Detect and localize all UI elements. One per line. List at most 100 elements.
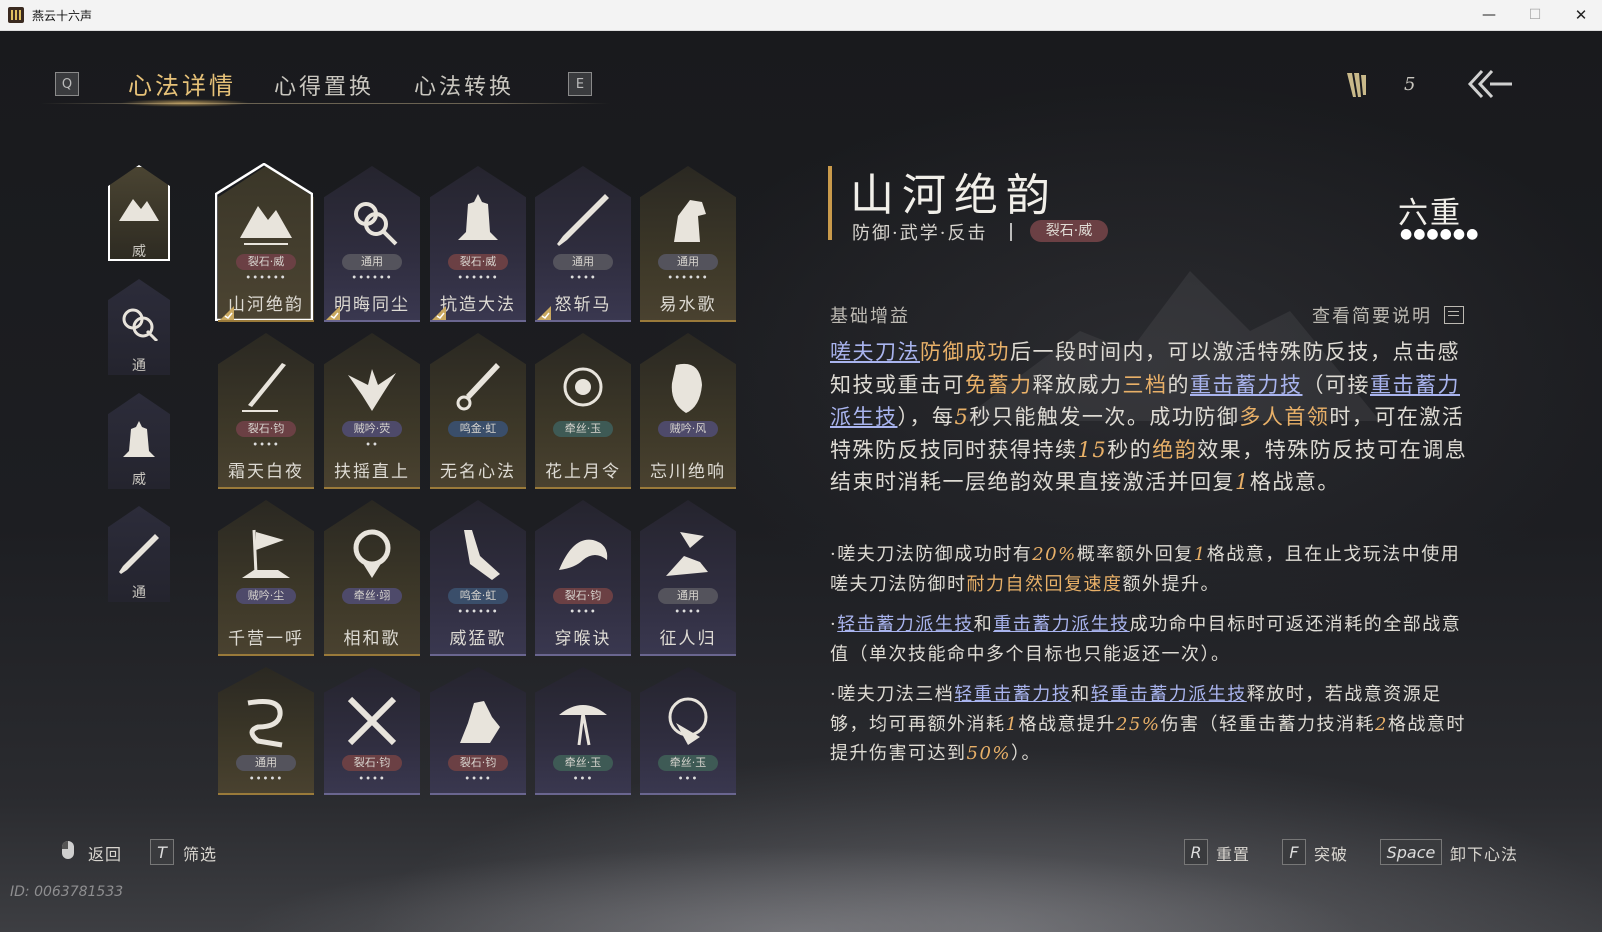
game-viewport: Q 心法详情 心得置换 心法转换 E 5 威 通 威 通 裂石·威 •••••• 山… — [0, 31, 1602, 932]
category-filter-mountain[interactable]: 威 — [108, 165, 170, 261]
minimize-button[interactable]: — — [1466, 0, 1512, 30]
equipped-check-icon — [326, 306, 340, 320]
xinfa-card[interactable]: 裂石·钧 •••• — [430, 667, 526, 795]
equipped-check-icon — [537, 306, 551, 320]
tab-xinfa-detail[interactable]: 心法详情 — [128, 66, 236, 101]
school-badge: 裂石·威 — [448, 254, 508, 270]
window-titlebar: 燕云十六声 — ☐ ✕ — [0, 0, 1602, 31]
card-name: 无名心法 — [440, 462, 516, 482]
title-accent-bar — [828, 166, 832, 240]
help-doc-icon[interactable] — [1444, 306, 1464, 324]
level-dots: •• — [365, 440, 379, 451]
xinfa-card[interactable]: 裂石·钧 •••• 霜天白夜 — [218, 333, 314, 489]
help-link[interactable]: 查看简要说明 — [1312, 302, 1432, 328]
xinfa-card[interactable]: 通用 •••• 怒斩马 — [535, 166, 631, 322]
mask-icon — [671, 363, 702, 413]
knot-icon — [122, 308, 159, 341]
dragon-icon — [247, 699, 283, 748]
category-label: 威 — [132, 244, 146, 260]
knot-icon — [354, 202, 398, 246]
level-dots: ••• — [572, 774, 594, 785]
tab-xinde-swap[interactable]: 心得置换 — [274, 69, 374, 101]
reset-key[interactable]: R — [1184, 839, 1208, 865]
tab-xinfa-convert[interactable]: 心法转换 — [414, 69, 514, 101]
detail-title: 山河绝韵 — [850, 170, 1058, 221]
xinfa-card[interactable]: 裂石·钧 •••• 穿喉诀 — [535, 500, 631, 656]
effect-paragraph-main: 嗟夫刀法防御成功后一段时间内，可以激活特殊防反技，点击感知技或重击可免蓄力释放威… — [830, 340, 1468, 494]
xinfa-card[interactable]: 牵丝·玉 ••• — [640, 667, 736, 795]
tag-separator — [1010, 223, 1012, 241]
filter-key[interactable]: T — [150, 839, 174, 865]
school-badge: 裂石·威 — [236, 254, 296, 270]
school-badge: 牵丝·翊 — [342, 588, 402, 604]
equipped-check-icon — [432, 306, 446, 320]
card-name: 忘川绝响 — [650, 462, 726, 482]
xinfa-card[interactable]: 通用 ••••• — [218, 667, 314, 795]
category-filter-knot[interactable]: 通 — [108, 279, 170, 375]
level-dots: •••• — [358, 774, 386, 785]
bird-hand-icon — [666, 532, 708, 576]
horse-rider-icon — [460, 701, 500, 743]
maximize-button[interactable]: ☐ — [1512, 0, 1558, 30]
prev-tab-key[interactable]: Q — [55, 72, 79, 96]
level-dots: •••••• — [667, 273, 709, 284]
token-icon — [1347, 73, 1366, 97]
xinfa-card[interactable]: 裂石·威 •••••• 抗造大法 — [430, 166, 526, 322]
school-badge: 裂石·钧 — [553, 588, 613, 604]
xinfa-card[interactable]: 鸣金·虹无名心法 — [430, 333, 526, 489]
level-dots: ••••• — [248, 774, 284, 785]
category-label: 威 — [132, 472, 146, 488]
school-badge: 通用 — [236, 755, 296, 771]
card-name: 易水歌 — [659, 295, 717, 315]
xinfa-card[interactable]: 通用 •••••• 易水歌 — [640, 166, 736, 322]
level-dots: •••••• — [457, 607, 499, 618]
breakthrough-button[interactable]: 突破 — [1314, 841, 1348, 865]
next-tab-key[interactable]: E — [568, 72, 592, 96]
xinfa-card[interactable]: 牵丝·玉 花上月令 — [535, 333, 631, 489]
school-badge: 贼吟·荧 — [342, 421, 402, 437]
unequip-button[interactable]: 卸下心法 — [1450, 841, 1518, 865]
user-id: ID: 0063781533 — [10, 884, 124, 900]
equipped-check-icon — [220, 306, 234, 320]
level-dots: •••• — [569, 273, 597, 284]
school-badge: 通用 — [658, 588, 718, 604]
category-filter-bell[interactable]: 威 — [108, 393, 170, 489]
detail-school-badge: 裂石·威 — [1030, 220, 1108, 242]
reset-button[interactable]: 重置 — [1216, 841, 1250, 865]
card-name: 相和歌 — [343, 629, 401, 649]
back-arrow-icon[interactable] — [1466, 67, 1514, 101]
effect-bullet-1: ·嗟夫刀法防御成功时有20%概率额外回复1格战意，且在止戈玩法中使用嗟夫刀法防御… — [830, 544, 1461, 595]
xinfa-card[interactable]: 贼吟·风忘川绝响 — [640, 333, 736, 489]
school-badge: 鸣金·虹 — [448, 421, 508, 437]
xinfa-card[interactable]: 通用 •••••• 明晦同尘 — [324, 166, 420, 322]
detail-tags: 防御·武学·反击 — [852, 223, 988, 244]
xinfa-card[interactable]: 牵丝·翊相和歌 — [324, 500, 420, 656]
card-name: 扶摇直上 — [334, 462, 410, 482]
school-badge: 牵丝·玉 — [553, 421, 613, 437]
back-button[interactable]: 返回 — [88, 841, 122, 865]
school-badge: 裂石·钧 — [342, 755, 402, 771]
crossed-blades-icon — [347, 696, 397, 746]
window-title: 燕云十六声 — [32, 9, 93, 23]
xinfa-card[interactable]: 贼吟·荧 •• 扶摇直上 — [324, 333, 420, 489]
xinfa-card[interactable]: 贼吟·尘 千营一呼 — [218, 500, 314, 656]
section-heading: 基础增益 — [830, 306, 910, 327]
space-key[interactable]: Space — [1380, 839, 1442, 865]
break-key[interactable]: F — [1282, 839, 1306, 865]
school-badge: 通用 — [658, 254, 718, 270]
xinfa-card[interactable]: 裂石·威 •••••• 山河绝韵 — [215, 163, 314, 322]
xinfa-card[interactable]: 通用 •••• 征人归 — [640, 500, 736, 656]
xinfa-card[interactable]: 牵丝·玉 ••• — [535, 667, 631, 795]
active-tab-glow — [120, 99, 250, 107]
spear-icon — [242, 363, 286, 412]
mouse-icon — [62, 841, 74, 859]
xinfa-card[interactable]: 鸣金·虹 •••••• 威猛歌 — [430, 500, 526, 656]
close-button[interactable]: ✕ — [1558, 0, 1602, 30]
mountain-icon — [240, 206, 292, 245]
filter-button[interactable]: 筛选 — [183, 841, 217, 865]
category-filter-blade[interactable]: 通 — [108, 506, 170, 602]
school-badge: 贼吟·风 — [658, 421, 718, 437]
school-badge: 贼吟·尘 — [236, 588, 296, 604]
card-name: 穿喉诀 — [554, 629, 612, 649]
xinfa-card[interactable]: 裂石·钧 •••• — [324, 667, 420, 795]
